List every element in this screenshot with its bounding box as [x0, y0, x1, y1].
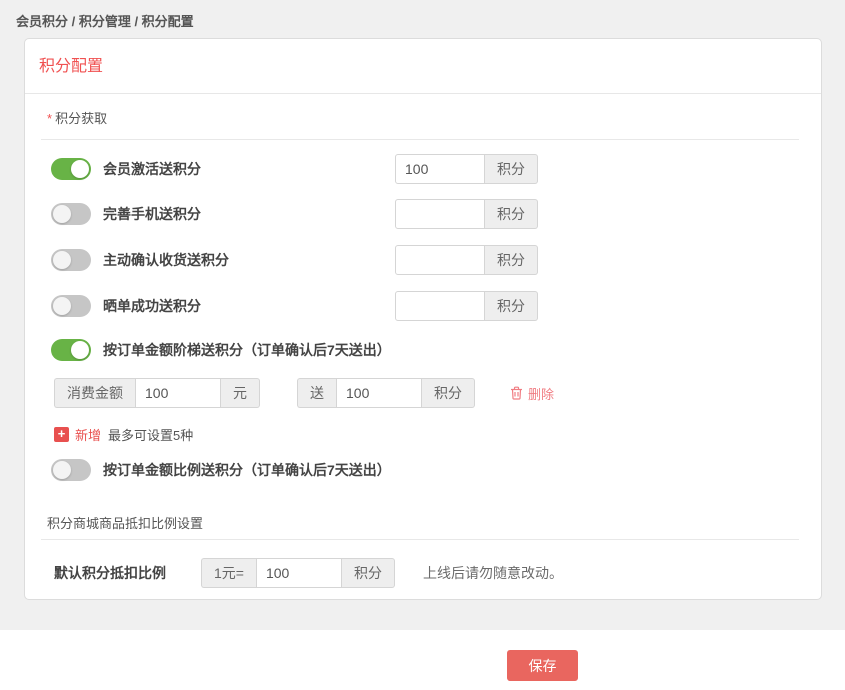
delete-label: 删除 [528, 384, 554, 403]
yuan-unit-addon: 元 [221, 378, 260, 408]
points-unit-addon: 积分 [485, 245, 538, 275]
toggle-knob [71, 160, 89, 178]
toggle-label-share-order: 晒单成功送积分 [103, 296, 201, 316]
divider [41, 139, 799, 140]
points-unit-addon: 积分 [485, 154, 538, 184]
row-share-order: 晒单成功送积分 积分 [51, 291, 821, 321]
toggle-member-activation[interactable] [51, 158, 91, 180]
member-activation-points-input[interactable] [395, 154, 485, 184]
give-points-input[interactable] [336, 378, 422, 408]
points-config-card: 积分配置 *积分获取 会员激活送积分 积分 完善手机送积分 积分 [24, 38, 822, 600]
footer-bar [0, 630, 845, 690]
row-complete-phone: 完善手机送积分 积分 [51, 199, 821, 229]
add-ladder-row: + 新增 最多可设置5种 [54, 426, 821, 442]
points-unit-addon: 积分 [342, 558, 395, 588]
toggle-confirm-receipt[interactable] [51, 249, 91, 271]
points-unit-addon: 积分 [485, 199, 538, 229]
toggle-knob [53, 297, 71, 315]
section-label: 积分商城商品抵扣比例设置 [47, 516, 203, 531]
row-ratio-points: 按订单金额比例送积分（订单确认后7天送出） [51, 459, 821, 481]
ladder-config-row: 消费金额 元 送 积分 删除 [54, 378, 821, 408]
add-label: 新增 [75, 425, 101, 444]
row-confirm-receipt: 主动确认收货送积分 积分 [51, 245, 821, 275]
page-title: 积分配置 [39, 58, 103, 75]
section-label: 积分获取 [55, 111, 107, 126]
toggle-label-confirm-receipt: 主动确认收货送积分 [103, 250, 229, 270]
toggle-knob [53, 251, 71, 269]
plus-icon: + [54, 427, 69, 442]
toggle-knob [53, 205, 71, 223]
toggle-label-member-activation: 会员激活送积分 [103, 159, 201, 179]
toggle-knob [71, 341, 89, 359]
delete-ladder-row-button[interactable]: 删除 [510, 384, 554, 403]
row-ladder-points: 按订单金额阶梯送积分（订单确认后7天送出） [51, 339, 821, 361]
section-deduction-ratio: 积分商城商品抵扣比例设置 [47, 516, 799, 531]
points-unit-addon: 积分 [422, 378, 475, 408]
consume-amount-addon: 消费金额 [54, 378, 135, 408]
trash-icon [510, 386, 523, 400]
share-order-points-input[interactable] [395, 291, 485, 321]
add-ladder-button[interactable]: + 新增 [54, 425, 101, 444]
give-addon: 送 [297, 378, 336, 408]
section-points-acquisition: *积分获取 [47, 111, 799, 126]
toggle-label-ratio-points: 按订单金额比例送积分（订单确认后7天送出） [103, 460, 391, 480]
divider [41, 539, 799, 540]
yuan-equals-addon: 1元= [201, 558, 256, 588]
toggle-ladder-points[interactable] [51, 339, 91, 361]
toggle-share-order[interactable] [51, 295, 91, 317]
deduction-row-label: 默认积分抵扣比例 [54, 563, 201, 583]
card-body: *积分获取 会员激活送积分 积分 完善手机送积分 积分 [25, 111, 821, 601]
points-unit-addon: 积分 [485, 291, 538, 321]
add-hint: 最多可设置5种 [108, 425, 193, 444]
deduction-points-input[interactable] [256, 558, 342, 588]
row-member-activation: 会员激活送积分 积分 [51, 154, 821, 184]
deduction-config-row: 默认积分抵扣比例 1元= 积分 上线后请勿随意改动。 [54, 558, 821, 588]
breadcrumb[interactable]: 会员积分 / 积分管理 / 积分配置 [16, 11, 194, 30]
consume-amount-input[interactable] [135, 378, 221, 408]
complete-phone-points-input[interactable] [395, 199, 485, 229]
toggle-label-ladder-points: 按订单金额阶梯送积分（订单确认后7天送出） [103, 340, 391, 360]
confirm-receipt-points-input[interactable] [395, 245, 485, 275]
toggle-ratio-points[interactable] [51, 459, 91, 481]
required-asterisk: * [47, 111, 52, 126]
toggle-knob [53, 461, 71, 479]
toggle-complete-phone[interactable] [51, 203, 91, 225]
card-header: 积分配置 [25, 39, 821, 94]
save-button[interactable]: 保存 [507, 650, 578, 681]
toggle-label-complete-phone: 完善手机送积分 [103, 204, 201, 224]
deduction-note: 上线后请勿随意改动。 [423, 563, 563, 583]
